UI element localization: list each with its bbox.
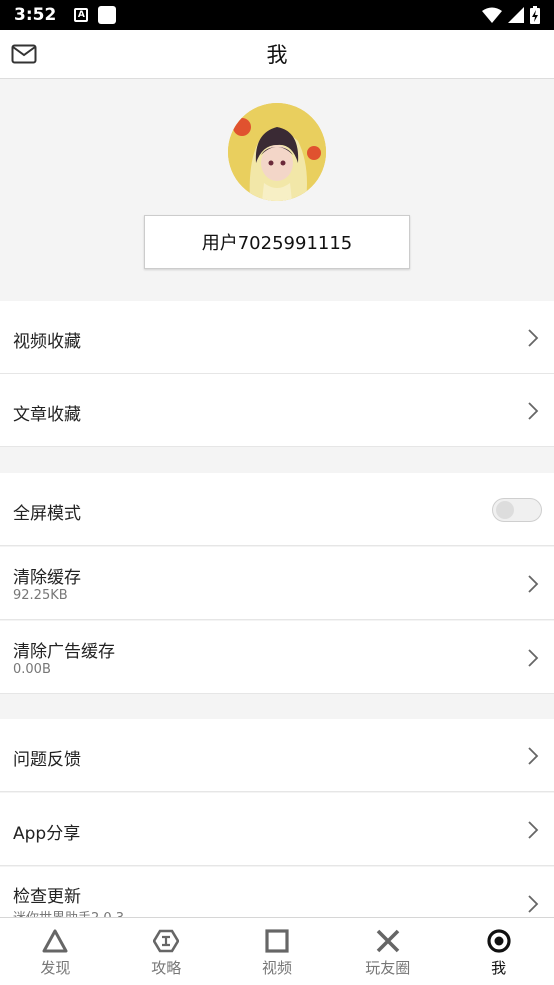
tab-guides-label: 攻略 xyxy=(151,959,182,977)
chevron-right-icon xyxy=(528,747,539,765)
avatar-image xyxy=(228,103,326,201)
tab-circle-label: 玩友圈 xyxy=(365,959,411,977)
tab-video[interactable]: 视频 xyxy=(222,918,333,985)
chevron-right-icon xyxy=(528,575,539,593)
tab-video-label: 视频 xyxy=(261,959,292,977)
mail-icon[interactable] xyxy=(11,43,37,65)
clear-ad-cache-label: 清除广告缓存 xyxy=(13,642,115,662)
clear-ad-cache-size: 0.00B xyxy=(13,662,51,677)
username-display[interactable]: 用户7025991115 xyxy=(144,215,410,269)
feedback-label: 问题反馈 xyxy=(13,750,81,770)
page-title: 我 xyxy=(266,43,288,67)
status-bar: 3:52 A xyxy=(0,0,554,30)
clear-cache-row[interactable]: 清除缓存 92.25KB xyxy=(0,547,554,620)
profile-section: 用户7025991115 xyxy=(0,80,554,300)
tab-guides[interactable]: 攻略 xyxy=(111,918,222,985)
app-share-row[interactable]: App分享 xyxy=(0,793,554,866)
battery-charging-icon xyxy=(530,6,540,24)
chevron-right-icon xyxy=(528,895,539,913)
hexagon-icon xyxy=(153,929,180,953)
video-favorites-row[interactable]: 视频收藏 xyxy=(0,301,554,374)
triangle-icon xyxy=(42,929,68,953)
tab-circle[interactable]: 玩友圈 xyxy=(332,918,443,985)
tab-me-label: 我 xyxy=(491,959,507,977)
tab-discover-label: 发现 xyxy=(40,959,71,977)
circle-icon xyxy=(486,929,511,953)
bottom-tab-bar: 发现 攻略 视频 玩友圈 我 xyxy=(0,917,554,985)
signal-icon xyxy=(508,7,524,23)
cross-icon xyxy=(376,929,400,953)
app-header: 我 xyxy=(0,30,554,79)
fullscreen-label: 全屏模式 xyxy=(13,504,81,524)
toggle-knob xyxy=(496,501,514,519)
notification-a-icon: A xyxy=(74,8,89,22)
tab-me[interactable]: 我 xyxy=(443,918,554,985)
notification-app-icon xyxy=(98,6,117,24)
clear-cache-label: 清除缓存 xyxy=(13,568,81,588)
chevron-right-icon xyxy=(528,821,539,839)
article-favorites-label: 文章收藏 xyxy=(13,405,81,425)
chevron-right-icon xyxy=(528,329,539,347)
feedback-row[interactable]: 问题反馈 xyxy=(0,719,554,792)
square-icon xyxy=(265,929,289,953)
wifi-icon xyxy=(482,7,502,23)
check-update-label: 检查更新 xyxy=(13,887,81,907)
fullscreen-toggle[interactable] xyxy=(492,498,542,522)
fullscreen-row: 全屏模式 xyxy=(0,473,554,546)
clear-ad-cache-row[interactable]: 清除广告缓存 0.00B xyxy=(0,621,554,694)
chevron-right-icon xyxy=(528,402,539,420)
article-favorites-row[interactable]: 文章收藏 xyxy=(0,374,554,447)
avatar[interactable] xyxy=(228,103,326,201)
video-favorites-label: 视频收藏 xyxy=(13,332,81,352)
clear-cache-size: 92.25KB xyxy=(13,588,68,603)
tab-discover[interactable]: 发现 xyxy=(0,918,111,985)
status-time: 3:52 xyxy=(14,5,57,25)
chevron-right-icon xyxy=(528,649,539,667)
app-share-label: App分享 xyxy=(13,824,81,844)
